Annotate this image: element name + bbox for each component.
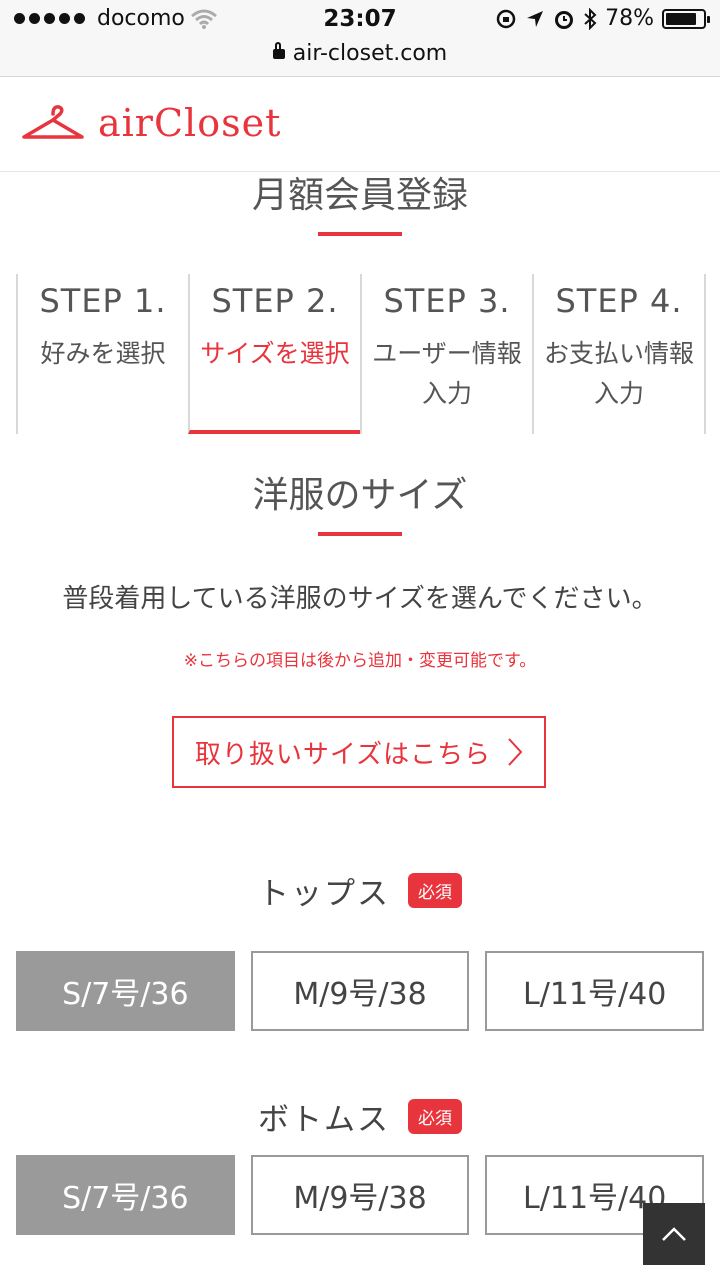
size-guide-label: 取り扱いサイズはこちら: [194, 739, 492, 770]
tops-size-option-m[interactable]: M/9号/38: [250, 951, 470, 1031]
chevron-up-icon: [662, 1227, 686, 1241]
step-1: STEP 1. 好みを選択: [16, 274, 188, 434]
url-text: air-closet.com: [292, 41, 448, 66]
required-badge: 必須: [408, 873, 462, 908]
tops-size-option-l[interactable]: L/11号/40: [485, 951, 705, 1031]
bottoms-label: ボトムス: [258, 1102, 390, 1138]
tops-size-option-s[interactable]: S/7号/36: [16, 951, 235, 1031]
title-underline: [318, 232, 402, 236]
battery-percent: 78%: [605, 6, 654, 31]
address-bar[interactable]: air-closet.com: [0, 40, 720, 77]
step-label: 好みを選択: [40, 339, 166, 368]
size-guide-link[interactable]: 取り扱いサイズはこちら: [172, 716, 546, 788]
step-number: STEP 4.: [555, 282, 683, 320]
site-header: airCloset: [0, 77, 720, 172]
tops-label-row: トップス 必須: [0, 868, 720, 913]
tops-size-options: S/7号/36 M/9号/38 L/11号/40: [16, 951, 705, 1031]
section-title: 洋服のサイズ: [252, 475, 468, 516]
alarm-icon: [555, 10, 574, 29]
step-label: ユーザー情報入力: [372, 339, 522, 408]
step-label: お支払い情報入力: [544, 339, 695, 408]
note-text: ※こちらの項目は後から追加・変更可能です。: [183, 651, 537, 671]
hanger-icon: [22, 105, 84, 139]
status-right: 78%: [495, 6, 710, 31]
chevron-right-icon: [508, 738, 523, 766]
required-badge: 必須: [408, 1099, 462, 1134]
description: 普段着用している洋服のサイズを選んでください。: [62, 584, 658, 614]
bottoms-size-options: S/7号/36 M/9号/38 L/11号/40: [16, 1155, 705, 1235]
battery-icon: [662, 8, 710, 29]
step-indicator: STEP 1. 好みを選択 STEP 2. サイズを選択 STEP 3. ユーザ…: [16, 274, 706, 434]
rotation-lock-icon: [496, 9, 516, 28]
step-number: STEP 2.: [211, 282, 339, 320]
logo-text: airCloset: [98, 101, 282, 145]
step-4: STEP 4. お支払い情報入力: [532, 274, 706, 434]
step-2: STEP 2. サイズを選択: [188, 274, 360, 434]
bottoms-label-row: ボトムス 必須: [0, 1094, 720, 1139]
bottoms-size-option-m[interactable]: M/9号/38: [250, 1155, 470, 1235]
page-title: 月額会員登録: [251, 175, 468, 216]
scroll-top-button[interactable]: [643, 1203, 705, 1265]
site-logo[interactable]: airCloset: [20, 101, 281, 145]
location-icon: [527, 10, 544, 27]
bluetooth-icon: [584, 7, 597, 30]
step-number: STEP 3.: [383, 282, 511, 320]
step-3: STEP 3. ユーザー情報入力: [360, 274, 532, 434]
status-bar: docomo 23:07 78%: [0, 0, 720, 40]
step-label: サイズを選択: [200, 339, 350, 368]
lock-icon: [272, 42, 285, 59]
tops-label: トップス: [258, 876, 390, 912]
step-number: STEP 1.: [39, 282, 167, 320]
bottoms-size-option-s[interactable]: S/7号/36: [16, 1155, 235, 1235]
section-underline: [318, 532, 402, 536]
